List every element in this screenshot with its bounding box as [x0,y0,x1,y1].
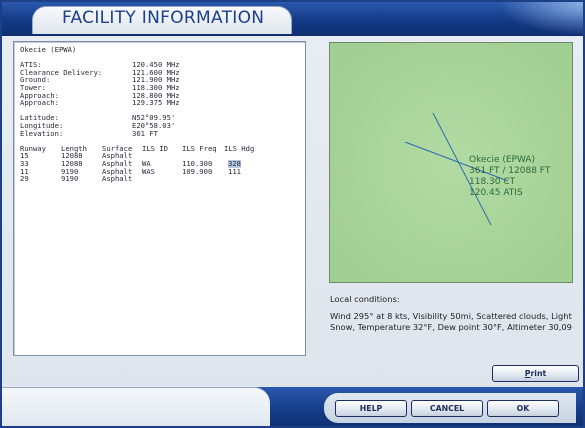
position-value: 361 FT [132,128,158,138]
position-row: Elevation: 361 FT [20,128,299,138]
ils-id-column-header: ILS ID [142,143,168,153]
local-conditions-title: Local conditions: [330,294,400,304]
map-atis-freq-label: 120.45 ATIS [469,188,523,198]
frequency-value: 129.375 MHz [132,98,180,108]
ils-freq-column-header: ILS Freq [182,143,217,153]
title-bar-decoration [497,2,583,36]
surface-cell: Asphalt [102,174,133,184]
map-elevation-length-label: 361 FT / 12088 FT [469,166,551,176]
local-conditions-text: Wind 295° at 8 kts, Visibility 50mi, Sca… [330,311,572,332]
length-cell: 9190 [61,174,79,184]
runway-cell: 29 [20,174,29,184]
map-terrain [330,43,572,282]
ils-id-cell: WAS [142,166,155,176]
title-bar: FACILITY INFORMATION [2,2,583,36]
cancel-button[interactable]: CANCEL [411,400,483,417]
map-tower-freq-label: 118.30 CT [469,177,516,187]
print-button-label: rint [530,369,547,378]
airport-map[interactable]: Okecie (EPWA) 361 FT / 12088 FT 118.30 C… [329,42,573,283]
ils-hdg-cell: 111 [228,166,241,176]
map-airport-label: Okecie (EPWA) [469,155,536,165]
frequency-row: Approach: 129.375 MHz [20,99,299,107]
facility-info-panel[interactable]: Okecie (EPWA) ATIS: 120.450 MHz Clearance… [13,41,306,356]
frequency-label: Approach: [20,98,59,108]
print-button[interactable]: Print [492,365,579,382]
airport-name: Okecie (EPWA) [20,45,77,54]
position-label: Elevation: [20,128,64,138]
runway-diagram [330,43,572,282]
ok-button[interactable]: OK [487,400,559,417]
help-button[interactable]: HELP [335,400,407,417]
window-title: FACILITY INFORMATION [62,8,265,28]
runway-row: 29 9190 Asphalt [20,175,299,183]
ils-hdg-column-header: ILS Hdg [224,143,255,153]
ils-freq-cell: 109.900 [182,166,213,176]
bottom-left-panel [2,387,270,426]
facility-information-window: FACILITY INFORMATION Okecie (EPWA) ATIS:… [0,0,585,428]
